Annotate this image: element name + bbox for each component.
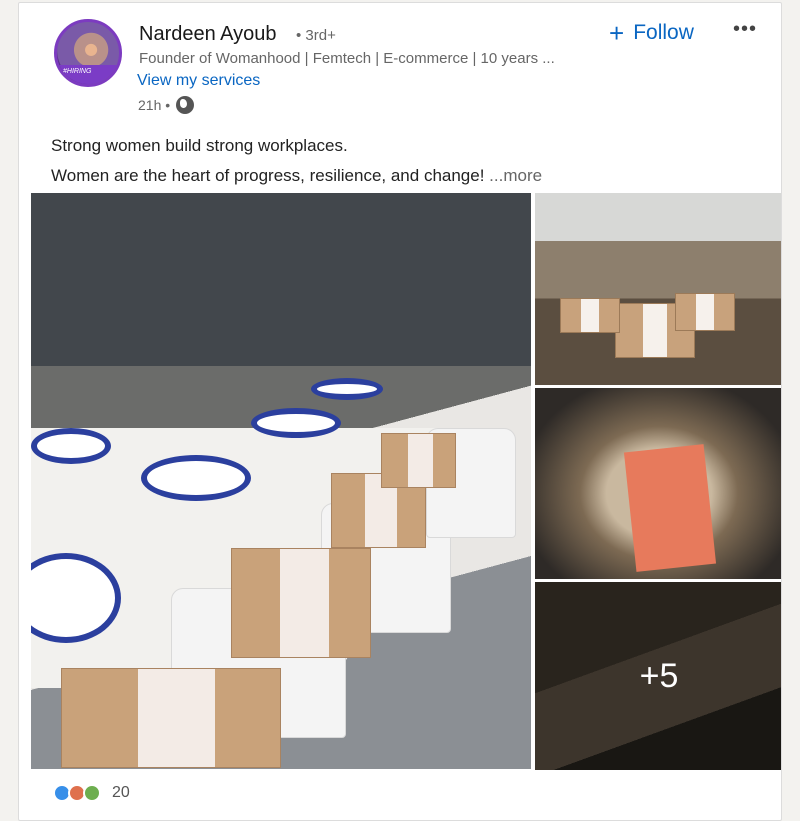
globe-icon	[176, 96, 195, 114]
reactions-count: 20	[112, 784, 130, 801]
author-name[interactable]: Nardeen Ayoub	[139, 23, 277, 46]
post-text-line-1: Strong women build strong workplaces.	[51, 136, 348, 155]
author-headline: Founder of Womanhood | Femtech | E-comme…	[139, 50, 555, 67]
time-label: 21h •	[138, 97, 171, 113]
gift-box	[675, 293, 735, 331]
more-icon[interactable]: •••	[733, 18, 757, 41]
hiring-badge: #HIRING	[57, 65, 119, 84]
gift-box	[231, 548, 371, 658]
love-icon	[83, 784, 101, 802]
more-images-count: +5	[639, 656, 679, 695]
plus-icon: +	[609, 18, 625, 48]
gift-box	[560, 298, 620, 333]
post-time: 21h •	[138, 96, 195, 114]
follow-label: Follow	[633, 21, 694, 44]
plate	[311, 378, 383, 400]
follow-button[interactable]: + Follow	[609, 20, 694, 46]
plate	[31, 428, 111, 464]
post-image-4[interactable]: +5	[535, 582, 781, 770]
post-image-main[interactable]	[31, 193, 531, 769]
avatar[interactable]: #HIRING	[54, 19, 122, 87]
post-text: Strong women build strong workplaces. Wo…	[51, 131, 542, 191]
post-image-2[interactable]	[535, 193, 781, 385]
post-image-3[interactable]	[535, 388, 781, 579]
gift-tag	[623, 444, 717, 572]
feed-post: #HIRING Nardeen Ayoub • 3rd+ Founder of …	[18, 2, 782, 821]
plate	[141, 455, 251, 501]
more-images-overlay[interactable]: +5	[535, 582, 781, 770]
connection-degree: • 3rd+	[296, 27, 336, 44]
view-services-link[interactable]: View my services	[137, 72, 260, 90]
see-more-link[interactable]: ...more	[489, 166, 542, 185]
gift-box	[381, 433, 456, 488]
gift-box	[61, 668, 281, 768]
plate	[251, 408, 341, 438]
social-counts[interactable]: 20	[53, 784, 130, 802]
post-text-line-2: Women are the heart of progress, resilie…	[51, 166, 485, 185]
